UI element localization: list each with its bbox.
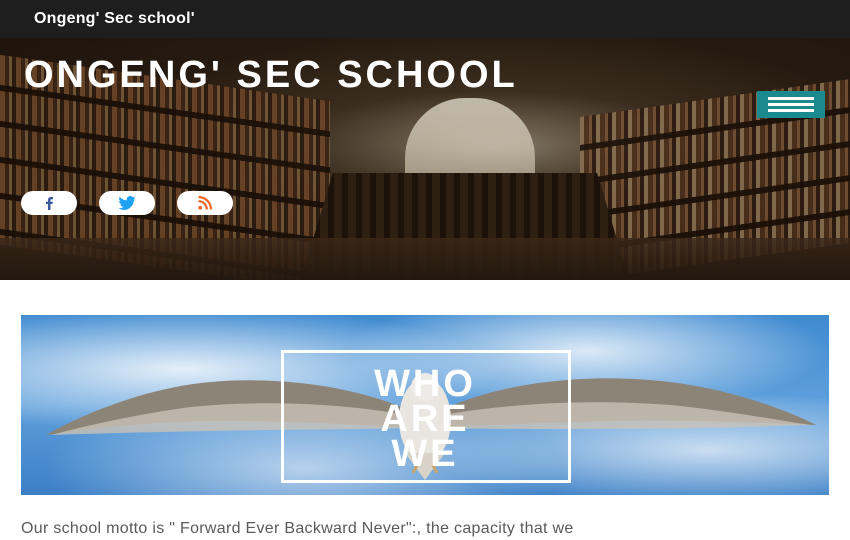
rss-icon [198, 196, 212, 210]
top-bar: Ongeng' Sec school' [0, 0, 850, 38]
who-are-we-banner: WHO ARE WE [21, 315, 829, 495]
hero-title: ONGENG' SEC SCHOOL [24, 54, 518, 96]
hero-banner: ONGENG' SEC SCHOOL [0, 38, 850, 280]
facebook-icon [46, 197, 53, 210]
hamburger-menu-button[interactable] [757, 91, 825, 118]
facebook-link[interactable] [21, 191, 77, 215]
who-are-we-heading: WHO ARE WE [21, 363, 829, 475]
who-line: WE [391, 433, 459, 475]
hamburger-menu-icon [768, 97, 814, 100]
twitter-link[interactable] [99, 191, 155, 215]
site-title[interactable]: Ongeng' Sec school' [34, 10, 195, 28]
rss-link[interactable] [177, 191, 233, 215]
who-line: WHO [374, 363, 476, 405]
hamburger-menu-icon [768, 109, 814, 112]
hamburger-menu-icon [768, 103, 814, 106]
library-floor [0, 238, 850, 280]
school-motto-text: Our school motto is " Forward Ever Backw… [21, 520, 574, 537]
who-line: ARE [380, 398, 470, 440]
twitter-icon [118, 196, 136, 210]
